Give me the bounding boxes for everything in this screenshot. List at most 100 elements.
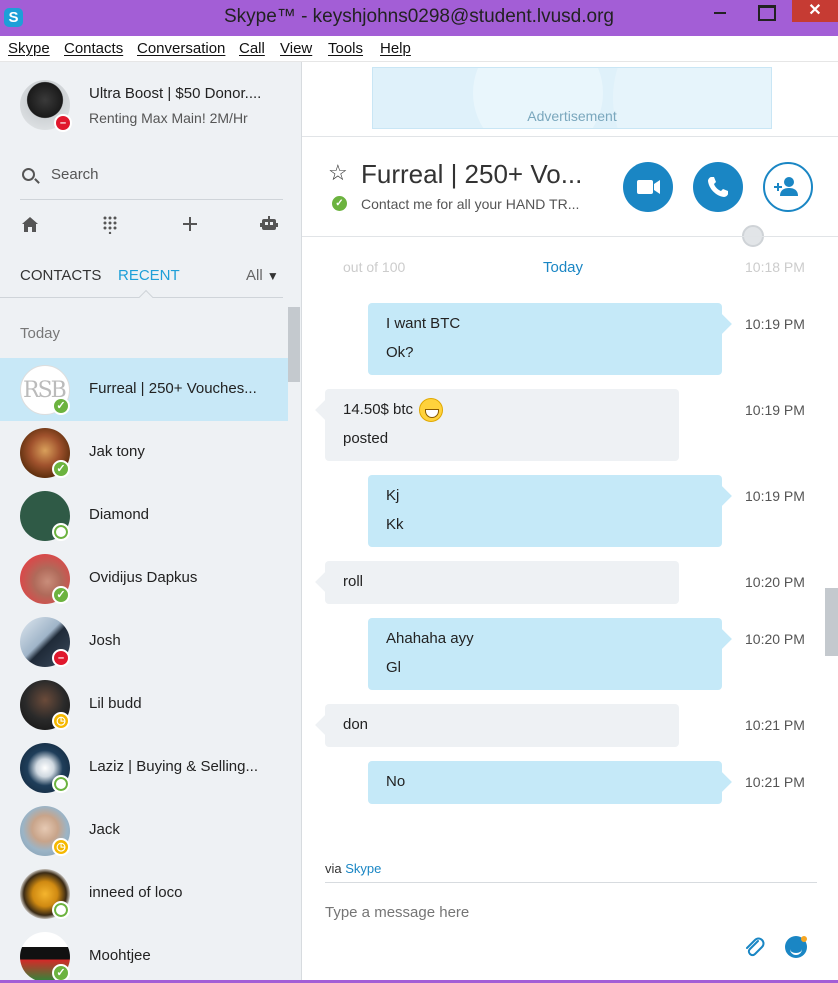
status-online-icon: ✓ [52,586,70,604]
contact-item[interactable]: ◷ Jack [0,799,288,862]
status-offline-icon [52,775,70,793]
contact-name: Laziz | Buying & Selling... [89,758,258,775]
message-bubble-received[interactable]: roll [325,561,679,604]
contact-item[interactable]: ◷ Lil budd [0,673,288,736]
menu-skype[interactable]: Skype [8,40,50,57]
contact-item[interactable]: Laziz | Buying & Selling... [0,736,288,799]
message-time: 10:19 PM [745,402,805,418]
contact-name: Diamond [89,506,150,523]
contact-item[interactable]: ✓ Moohtjee [0,925,288,983]
grin-emoji-icon [419,398,444,422]
contact-item[interactable]: Diamond [0,484,288,547]
message-bubble-sent[interactable]: Kj Kk [368,475,722,547]
status-online-icon: ✓ [52,397,70,415]
menu-help[interactable]: Help [380,40,411,57]
message-bubble-sent[interactable]: No [368,761,722,804]
conversation-scrollbar[interactable] [825,588,838,656]
message-input[interactable] [325,904,725,921]
message-text: roll [343,573,364,590]
input-divider [325,882,817,883]
profile-name[interactable]: Ultra Boost | $50 Donor.... [89,85,261,102]
message-text: I want BTC [386,315,461,332]
contact-item[interactable]: ✓ Ovidijus Dapkus [0,547,288,610]
home-icon[interactable] [19,214,41,236]
menu-tools[interactable]: Tools [328,40,363,57]
add-person-icon [774,177,798,196]
contact-name: Josh [89,632,121,649]
status-online-icon: ✓ [332,196,347,211]
message-time: 10:19 PM [745,316,805,332]
menu-view[interactable]: View [280,40,312,57]
profile-status-busy-icon[interactable]: – [54,114,72,132]
message-text-row: 14.50$ btc [343,398,444,422]
message-time: 10:21 PM [745,774,805,790]
message-text: posted [343,430,389,447]
message-text: Ok? [386,344,414,361]
contact-name: Jak tony [89,443,145,460]
message-text: don [343,716,369,733]
minimize-button[interactable] [700,0,740,22]
paperclip-icon[interactable] [742,935,766,959]
search-box[interactable]: Search [0,160,301,192]
status-online-icon: ✓ [52,460,70,478]
via-skype-link[interactable]: Skype [345,861,381,876]
chevron-down-icon: ▼ [266,269,279,283]
left-pane: – Ultra Boost | $50 Donor.... Renting Ma… [0,62,302,983]
contact-item[interactable]: ✓ Jak tony [0,421,288,484]
contacts-scrollbar[interactable] [288,307,300,382]
message-bubble-sent[interactable]: Ahahaha ayy Gl [368,618,722,690]
bot-icon[interactable] [258,214,280,236]
message-text: Ahahaha ayy [386,630,474,647]
faded-message-text: out of 100 [343,259,406,275]
tab-contacts[interactable]: CONTACTS [20,267,101,284]
advertisement-banner[interactable]: Advertisement [372,67,772,129]
dialpad-icon[interactable] [99,214,121,236]
conversation-title[interactable]: Furreal | 250+ Vo... [361,159,582,190]
message-time: 10:20 PM [745,631,805,647]
status-busy-icon: – [52,649,70,667]
close-button[interactable]: ✕ [792,0,838,22]
message-time: 10:21 PM [745,717,805,733]
contact-item[interactable]: inneed of loco [0,862,288,925]
filter-dropdown[interactable]: All ▼ [246,267,279,284]
video-camera-icon [637,180,660,194]
section-label-today: Today [20,325,61,342]
status-away-icon: ◷ [52,712,70,730]
conversation-divider [302,236,838,237]
emoticon-badge [801,936,807,942]
favorite-star-icon[interactable]: ☆ [328,160,348,186]
video-call-button[interactable] [623,162,673,212]
tab-recent[interactable]: RECENT [118,267,180,284]
status-away-icon: ◷ [52,838,70,856]
search-icon [22,168,35,181]
tab-pointer [138,289,154,305]
message-bubble-sent[interactable]: I want BTC Ok? [368,303,722,375]
menu-bar: Skype Contacts Conversation Call View To… [0,36,838,62]
header-divider [302,136,838,137]
filter-label: All [246,267,263,284]
message-text: Gl [386,659,401,676]
add-participant-button[interactable] [763,162,813,212]
conversation-mood: Contact me for all your HAND TR... [361,196,580,212]
menu-call[interactable]: Call [239,40,265,57]
contact-name: Moohtjee [89,947,151,964]
message-text: Kj [386,487,400,504]
menu-conversation[interactable]: Conversation [137,40,225,57]
message-time: 10:19 PM [745,488,805,504]
via-line: via Skype [325,861,381,876]
day-separator: Today [543,259,584,276]
title-bar: S Skype™ - keyshjohns0298@student.lvusd.… [0,0,838,36]
contact-item[interactable]: – Josh [0,610,288,673]
maximize-button[interactable] [745,0,785,22]
add-icon[interactable] [179,214,201,236]
contact-name: Furreal | 250+ Vouches... [89,380,257,397]
profile-mood[interactable]: Renting Max Main! 2M/Hr [89,110,248,126]
message-bubble-received[interactable]: don [325,704,679,747]
message-text: 14.50$ btc [343,400,414,418]
message-bubble-received[interactable]: 14.50$ btc posted [325,389,679,461]
menu-contacts[interactable]: Contacts [64,40,123,57]
message-text: No [386,773,406,790]
audio-call-button[interactable] [693,162,743,212]
contact-item[interactable]: RSB ✓ Furreal | 250+ Vouches... [0,358,288,421]
search-divider [20,199,283,200]
